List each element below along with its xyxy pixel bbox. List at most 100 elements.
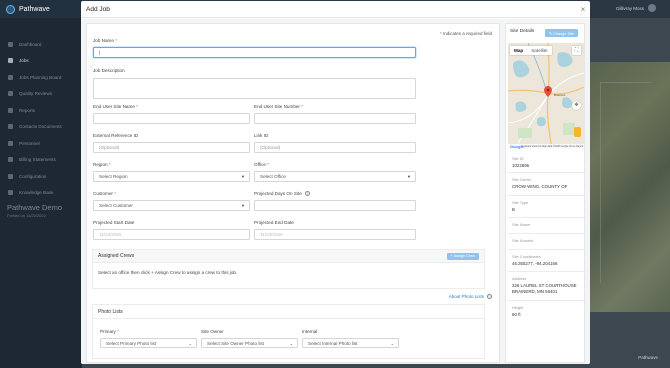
modal-title: Add Job <box>86 5 110 13</box>
nav-label: Dashboard <box>19 41 42 47</box>
nav-label: Personnel <box>19 140 40 146</box>
assigned-crews-message: Select an office then click + Assign Cre… <box>98 270 238 275</box>
end-user-site-number-label: End User Site Number * <box>254 104 304 109</box>
site-name-field: Site Name <box>508 219 584 234</box>
nav-knowledge-base[interactable]: Knowledge Base <box>0 185 82 202</box>
nav-dashboard[interactable]: Dashboard <box>0 36 82 53</box>
job-description-label: Job Description <box>93 68 125 73</box>
site-height-field: Height 60 ft <box>512 305 524 317</box>
map-pan-control-icon[interactable]: ✥ <box>572 101 581 110</box>
end-user-site-name-label: End User Site Name * <box>93 104 138 109</box>
site-map[interactable]: Brainerd Map Satellite ⛶ ✥ Keyboard shor… <box>508 43 584 149</box>
chevron-down-icon: ⌄ <box>289 340 293 346</box>
billing-icon <box>8 157 13 163</box>
avatar <box>648 4 656 12</box>
customer-label: Customer * <box>93 191 116 196</box>
primary-photo-select[interactable]: Select Primary Photo list ⌄ <box>100 338 197 348</box>
job-description-textarea[interactable] <box>93 78 416 99</box>
nav-label: Knowledge Base <box>19 190 54 196</box>
user-menu[interactable]: Gillivray Moss <box>616 4 656 12</box>
dashboard-icon <box>8 41 13 47</box>
chevron-down-icon: ⌄ <box>188 340 192 346</box>
nav-configuration[interactable]: Configuration <box>0 168 82 185</box>
region-label: Region * <box>93 162 111 167</box>
nav-label: Jobs <box>19 58 29 64</box>
site-owner-field: Site Owner CROW WING, COUNTY OF <box>508 174 584 196</box>
required-note: * Indicates a required field <box>439 31 492 36</box>
change-site-button[interactable]: ✎ Change Site <box>544 29 578 37</box>
close-icon[interactable]: × <box>576 5 590 14</box>
documents-icon <box>8 124 13 130</box>
site-details-title: Site Details <box>510 29 535 34</box>
help-icon: ? <box>487 294 492 299</box>
add-job-modal: Add Job × * Indicates a required field J… <box>81 1 590 364</box>
projected-days-label: Projected Days On Site? <box>254 191 310 196</box>
site-type-field: Site Type B <box>508 197 584 218</box>
region-select[interactable]: Select Region ▼ <box>93 171 250 182</box>
brand[interactable]: Pathwave <box>0 0 82 18</box>
knowledge-icon <box>8 190 13 196</box>
end-user-site-number-input[interactable] <box>254 113 416 124</box>
projected-start-date-label: Projected Start Date <box>93 220 135 225</box>
nav-quality-reviews[interactable]: Quality Reviews <box>0 86 82 103</box>
external-reference-id-input[interactable]: (Optional) <box>93 142 250 153</box>
job-name-input[interactable]: | <box>93 47 416 58</box>
map-canvas: Brainerd <box>508 43 584 149</box>
job-name-label: Job Name * <box>93 38 118 43</box>
assign-crew-button[interactable]: + Assign Crew <box>446 252 479 260</box>
help-icon[interactable]: ? <box>304 191 310 196</box>
internal-photo-label: Internal <box>302 329 318 334</box>
map-type-toggle[interactable]: Map Satellite <box>510 46 552 55</box>
nav-contacts-documents[interactable]: Contacts Documents <box>0 119 82 136</box>
caret-down-icon: ▼ <box>241 203 245 208</box>
assigned-crews-header: Assigned Crews + Assign Crew <box>93 250 484 263</box>
end-user-site-name-input[interactable] <box>93 113 250 124</box>
satellite-tab[interactable]: Satellite <box>527 46 551 55</box>
site-address-field: Address 326 LAUREL ST COURTHOUSE BRAINERD… <box>508 273 584 301</box>
about-photo-lists-link[interactable]: About Photo Lists? <box>449 294 492 299</box>
nav-jobs[interactable]: Jobs <box>0 53 82 70</box>
demo-title: Pathwave Demo <box>7 203 63 212</box>
nav-label: Quality Reviews <box>19 91 52 97</box>
nav-reports[interactable]: Reports <box>0 102 82 119</box>
modal-body: * Indicates a required field Job Name * … <box>81 19 590 364</box>
jobs-icon <box>8 58 13 64</box>
customer-select[interactable]: Select Customer ▼ <box>93 200 250 211</box>
nav-personnel[interactable]: Personnel <box>0 135 82 152</box>
site-number-field: Site Number <box>508 235 584 250</box>
projected-start-date-input[interactable]: 11/23/2025 <box>93 229 250 240</box>
map-town-label: Brainerd <box>554 93 566 97</box>
map-tab[interactable]: Map <box>510 46 527 55</box>
projected-end-date-label: Projected End Date <box>254 220 294 225</box>
board-icon <box>8 74 13 80</box>
nav-label: Reports <box>19 107 36 113</box>
street-view-pegman-icon[interactable] <box>574 127 581 137</box>
nav-label: Configuration <box>19 173 47 179</box>
review-icon <box>8 91 13 97</box>
fullscreen-icon[interactable]: ⛶ <box>572 46 581 55</box>
personnel-icon <box>8 140 13 146</box>
modal-header: Add Job × <box>81 1 590 18</box>
nav-label: Billing Statements <box>19 157 56 163</box>
caret-down-icon: ▼ <box>241 174 245 179</box>
assigned-crews-title: Assigned Crews <box>98 253 135 259</box>
footer-brand: Pathwave <box>638 355 658 360</box>
nav-jobs-planning-board[interactable]: Jobs Planning Board <box>0 69 82 86</box>
link-id-label: Link ID <box>254 133 269 138</box>
nav-label: Contacts Documents <box>19 124 62 130</box>
nav-billing-statements[interactable]: Billing Statements <box>0 152 82 169</box>
site-details-panel: Site Details ✎ Change Site Brainerd Map … <box>505 23 585 363</box>
projected-end-date-input[interactable]: 11/23/2025 <box>254 229 416 240</box>
demo-subtitle: Forked on 11/22/2022 <box>7 213 46 218</box>
projected-days-input[interactable] <box>254 200 416 211</box>
site-owner-photo-select[interactable]: Select Site Owner Photo list ⌄ <box>201 338 298 348</box>
nav-label: Jobs Planning Board <box>19 74 62 80</box>
link-id-input[interactable]: (Optional) <box>254 142 416 153</box>
primary-photo-label: Primary * <box>100 329 119 334</box>
photo-lists-panel: Photo Lists Primary * Select Primary Pho… <box>92 304 485 359</box>
photo-lists-header: Photo Lists <box>93 305 484 319</box>
office-label: Office * <box>254 162 269 167</box>
external-reference-id-label: External Reference ID <box>93 133 139 138</box>
internal-photo-select[interactable]: Select Internal Photo list ⌄ <box>302 338 399 348</box>
office-select[interactable]: Select Office ▼ <box>254 171 416 182</box>
